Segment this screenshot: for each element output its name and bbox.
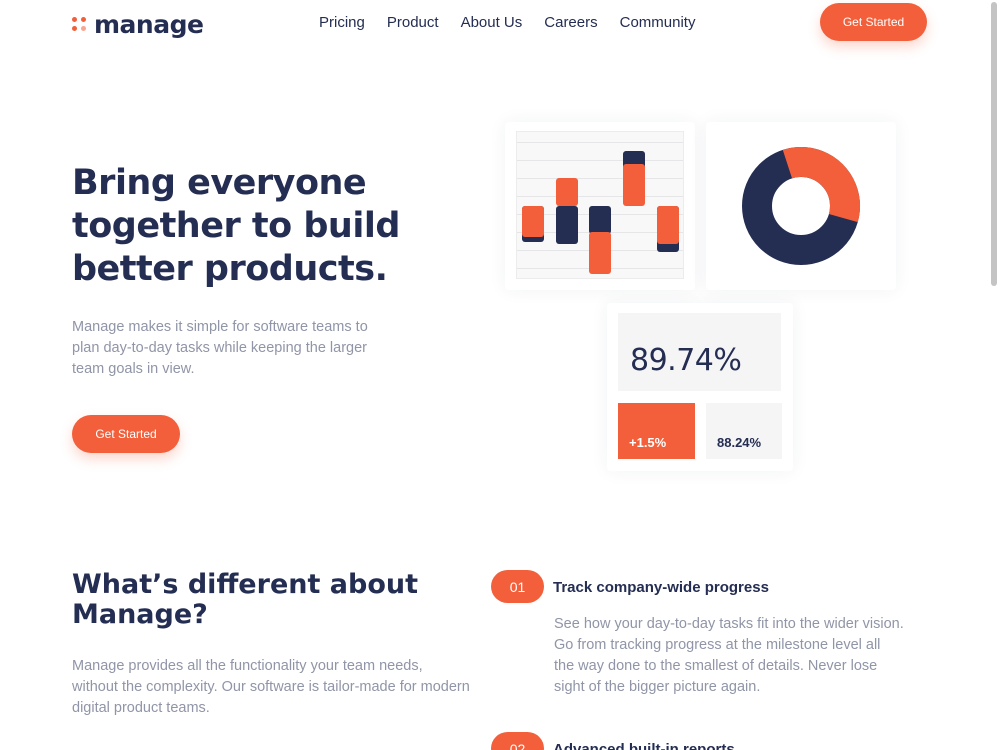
chart-bar <box>556 178 578 206</box>
main-nav: Pricing Product About Us Careers Communi… <box>319 14 695 31</box>
nav-item-about-us[interactable]: About Us <box>461 14 523 31</box>
header-get-started-button[interactable]: Get Started <box>820 3 927 41</box>
features-description: Manage provides all the functionality yo… <box>72 658 470 716</box>
hero-title: Bring everyone together to build better … <box>72 163 400 289</box>
nav-item-community[interactable]: Community <box>620 14 696 31</box>
kpi-change-panel: +1.5% <box>618 403 695 459</box>
four-dots-logo-icon <box>72 17 86 31</box>
chart-bar <box>589 206 611 234</box>
chart-bar <box>522 206 544 237</box>
chart-bar <box>556 206 578 244</box>
chart-bar <box>657 206 679 244</box>
kpi-main-value: 89.74% <box>630 343 742 378</box>
donut-chart-illustration <box>742 147 860 265</box>
feature-title: Track company-wide progress <box>553 579 769 596</box>
feature-title: Advanced built-in reports <box>553 741 735 750</box>
hero-description: Manage makes it simple for software team… <box>72 319 368 377</box>
nav-item-product[interactable]: Product <box>387 14 439 31</box>
page-scrollbar[interactable] <box>991 2 997 286</box>
kpi-secondary-value: 88.24% <box>717 435 762 450</box>
feature-number-badge: 02 <box>491 732 544 750</box>
feature-number-badge: 01 <box>491 570 544 603</box>
kpi-main-panel: 89.74% <box>618 313 781 391</box>
kpi-secondary-panel: 88.24% <box>706 403 782 459</box>
nav-item-pricing[interactable]: Pricing <box>319 14 365 31</box>
feature-description: See how your day-to-day tasks fit into t… <box>554 616 904 695</box>
bar-chart-illustration <box>516 131 684 279</box>
chart-bar <box>623 164 645 206</box>
chart-bar <box>589 232 611 274</box>
brand-name: manage <box>94 9 204 39</box>
hero-get-started-button[interactable]: Get Started <box>72 415 180 453</box>
kpi-change-value: +1.5% <box>629 435 667 450</box>
nav-item-careers[interactable]: Careers <box>544 14 597 31</box>
brand-logo[interactable]: manage <box>72 8 204 40</box>
features-heading: What’s different about Manage? <box>72 569 419 630</box>
